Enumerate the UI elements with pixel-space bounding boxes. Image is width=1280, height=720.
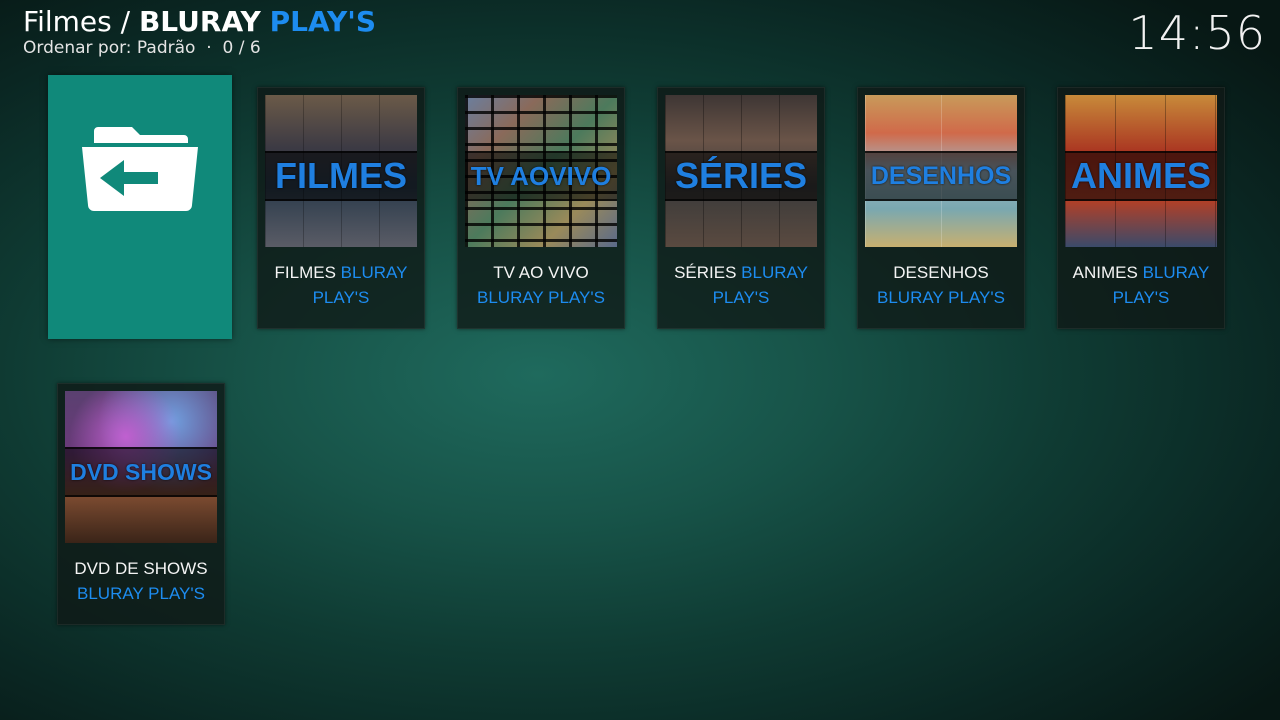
thumbnail-tv-ao-vivo: TV AOVIVO <box>465 95 617 247</box>
label-white: DESENHOS <box>893 263 989 282</box>
item-count: 0 / 6 <box>222 38 261 58</box>
back-tile[interactable] <box>48 75 232 339</box>
sort-label: Ordenar por: Padrão <box>23 38 196 58</box>
label-blue: BLURAY PLAY'S <box>877 288 1005 307</box>
clock: 14:56 <box>1128 6 1266 60</box>
label-blue: BLURAY <box>741 263 808 282</box>
label-white: TV AO VIVO <box>493 263 589 282</box>
menu-item-filmes[interactable]: FILMES FILMES BLURAY PLAY'S <box>257 87 425 329</box>
sort-info: Ordenar por: Padrão · 0 / 6 <box>23 38 376 58</box>
label-white: DVD DE SHOWS <box>74 559 208 578</box>
folder-back-icon <box>82 127 198 211</box>
thumbnail-dvd-shows: DVD SHOWS <box>65 391 217 543</box>
item-label: SÉRIES BLURAY PLAY'S <box>658 260 824 310</box>
label-white: SÉRIES <box>674 263 742 282</box>
thumbnail-series: SÉRIES <box>665 95 817 247</box>
item-label: DESENHOS BLURAY PLAY'S <box>858 260 1024 310</box>
label-blue: PLAY'S <box>1112 288 1170 307</box>
breadcrumb-title-accent: PLAY'S <box>269 5 376 38</box>
thumbnail-desenhos: DESENHOS <box>865 95 1017 247</box>
header: Filmes / BLURAY PLAY'S Ordenar por: Padr… <box>23 4 376 58</box>
label-blue: BLURAY PLAY'S <box>477 288 605 307</box>
breadcrumb-prefix: Filmes / <box>23 5 131 38</box>
label-blue: PLAY'S <box>712 288 770 307</box>
label-blue: BLURAY <box>340 263 408 282</box>
thumbnail-text: FILMES <box>275 155 407 196</box>
menu-item-desenhos[interactable]: DESENHOS DESENHOS BLURAY PLAY'S <box>857 87 1025 329</box>
breadcrumb: Filmes / BLURAY PLAY'S <box>23 4 376 40</box>
label-white: FILMES <box>274 263 341 282</box>
thumbnail-text: DESENHOS <box>870 162 1012 190</box>
thumbnail-filmes: FILMES <box>265 95 417 247</box>
thumbnail-animes: ANIMES <box>1065 95 1217 247</box>
menu-item-animes[interactable]: ANIMES ANIMES BLURAY PLAY'S <box>1057 87 1225 329</box>
thumbnail-text: DVD SHOWS <box>70 459 212 485</box>
item-label: ANIMES BLURAY PLAY'S <box>1058 260 1224 310</box>
thumbnail-text: TV AOVIVO <box>470 161 612 191</box>
menu-item-series[interactable]: SÉRIES SÉRIES BLURAY PLAY'S <box>657 87 825 329</box>
label-blue: BLURAY PLAY'S <box>77 584 205 603</box>
item-label: DVD DE SHOWS BLURAY PLAY'S <box>58 556 224 606</box>
item-label: TV AO VIVO BLURAY PLAY'S <box>458 260 624 310</box>
breadcrumb-title: BLURAY <box>138 5 261 38</box>
sort-separator: · <box>206 38 212 58</box>
menu-item-dvd-shows[interactable]: DVD SHOWS DVD DE SHOWS BLURAY PLAY'S <box>57 383 225 625</box>
thumbnail-text: SÉRIES <box>674 155 808 196</box>
label-blue: BLURAY <box>1142 263 1210 282</box>
item-label: FILMES BLURAY PLAY'S <box>258 260 424 310</box>
label-blue: PLAY'S <box>312 288 370 307</box>
thumbnail-text: ANIMES <box>1070 155 1211 196</box>
label-white: ANIMES <box>1072 263 1143 282</box>
menu-item-tv-ao-vivo[interactable]: TV AOVIVO TV AO VIVO BLURAY PLAY'S <box>457 87 625 329</box>
